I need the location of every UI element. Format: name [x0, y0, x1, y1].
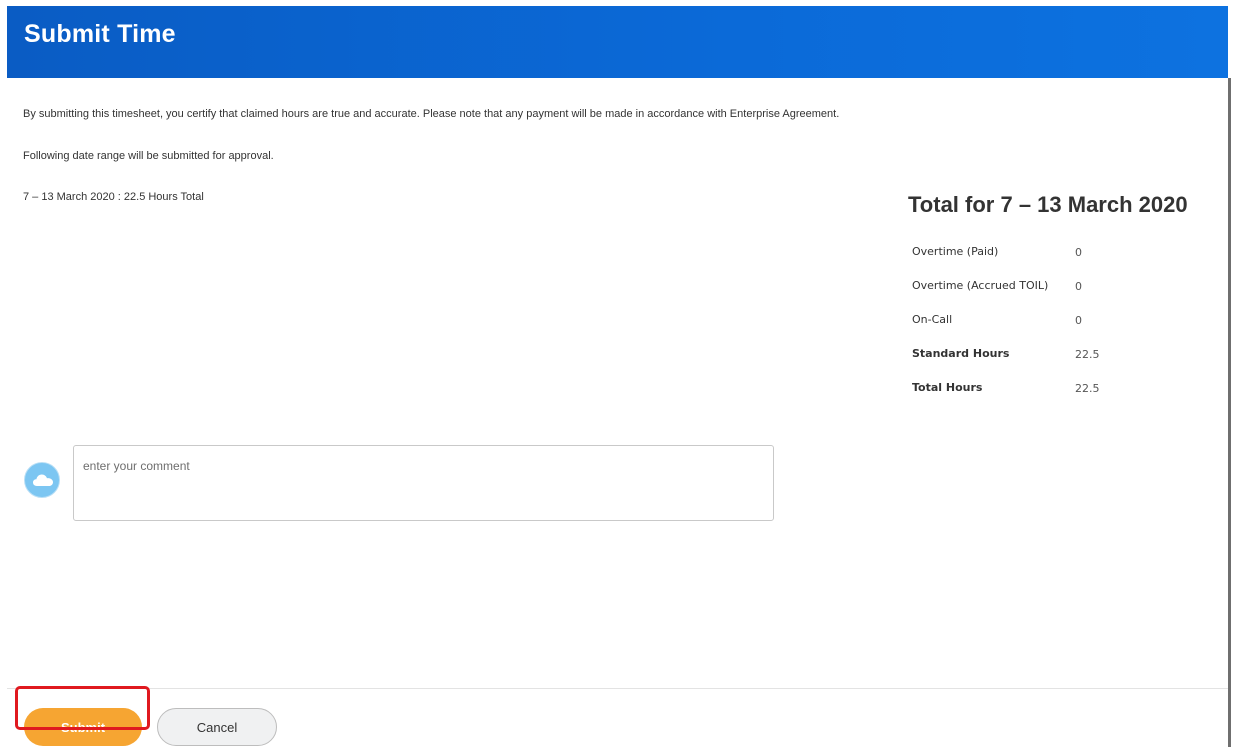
totals-value: 0 — [1075, 280, 1082, 293]
totals-label: On-Call — [912, 313, 953, 326]
date-range-summary: 7 – 13 March 2020 : 22.5 Hours Total — [23, 191, 204, 203]
totals-value: 0 — [1075, 246, 1082, 259]
totals-row-overtime-paid: Overtime (Paid) 0 — [912, 245, 1212, 279]
totals-value: 22.5 — [1075, 382, 1100, 395]
totals-row-total-hours: Total Hours 22.5 — [912, 381, 1212, 415]
submit-button[interactable]: Submit — [24, 708, 142, 746]
totals-heading: Total for 7 – 13 March 2020 — [908, 192, 1188, 217]
totals-label: Standard Hours — [912, 347, 1010, 360]
totals-label: Overtime (Accrued TOIL) — [912, 279, 1049, 292]
footer-divider — [7, 688, 1228, 689]
totals-label: Total Hours — [912, 381, 983, 394]
totals-row-on-call: On-Call 0 — [912, 313, 1212, 347]
submit-time-page: Submit Time By submitting this timesheet… — [0, 0, 1235, 747]
totals-table: Overtime (Paid) 0 Overtime (Accrued TOIL… — [912, 245, 1212, 415]
comment-input[interactable] — [73, 445, 774, 521]
totals-row-standard-hours: Standard Hours 22.5 — [912, 347, 1212, 381]
totals-value: 0 — [1075, 314, 1082, 327]
page-title: Submit Time — [24, 20, 176, 48]
totals-value: 22.5 — [1075, 348, 1100, 361]
user-avatar — [24, 462, 60, 498]
cloud-icon — [33, 474, 53, 486]
window-edge — [1228, 78, 1231, 747]
page-header: Submit Time — [7, 6, 1228, 78]
cancel-button[interactable]: Cancel — [157, 708, 277, 746]
totals-row-overtime-accrued-toil: Overtime (Accrued TOIL) 0 — [912, 279, 1212, 313]
certification-text: By submitting this timesheet, you certif… — [23, 108, 840, 120]
totals-label: Overtime (Paid) — [912, 245, 999, 258]
date-range-intro: Following date range will be submitted f… — [23, 150, 274, 162]
